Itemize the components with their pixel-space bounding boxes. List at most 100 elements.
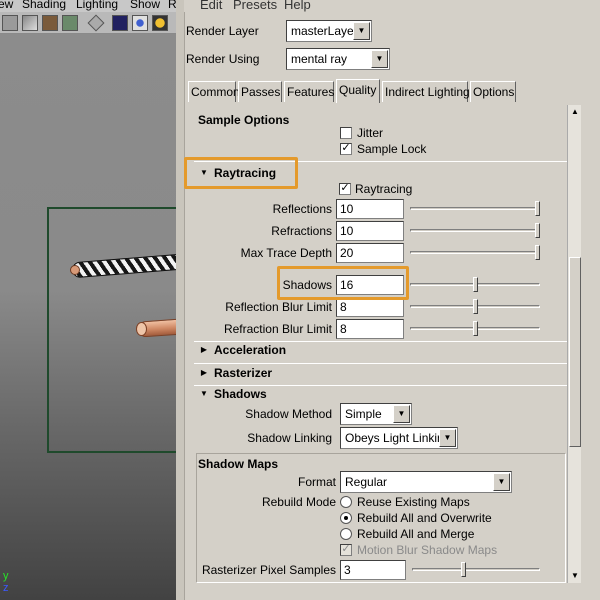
wireframe-icon[interactable] xyxy=(87,14,105,32)
smooth-shade-icon[interactable] xyxy=(112,15,128,31)
slider-knob[interactable] xyxy=(535,245,540,260)
max-trace-depth-field[interactable]: 20 xyxy=(336,243,404,263)
reflections-slider[interactable] xyxy=(410,199,540,219)
rasterizer-pixel-samples-field[interactable]: 3 xyxy=(340,560,406,580)
rasterizer-section-header[interactable]: Rasterizer xyxy=(214,366,272,380)
motion-blur-shadow-maps-label: Motion Blur Shadow Maps xyxy=(357,543,498,557)
reflections-field[interactable]: 10 xyxy=(336,199,404,219)
shadows-field[interactable]: 16 xyxy=(336,275,404,295)
menu-edit[interactable]: Edit xyxy=(200,0,222,12)
rebuild-mode-label: Rebuild Mode xyxy=(261,495,336,509)
camera-attributes-icon[interactable] xyxy=(2,15,18,31)
vertical-scrollbar[interactable]: ▲ ▼ xyxy=(567,105,581,583)
tab-bar: Common Passes Features Quality Indirect … xyxy=(188,79,588,103)
format-dropdown[interactable]: Regular ▼ xyxy=(340,471,512,493)
shadow-linking-dropdown[interactable]: Obeys Light Linking ▼ xyxy=(340,427,458,449)
shadows-slider[interactable] xyxy=(410,275,540,295)
max-trace-depth-slider[interactable] xyxy=(410,243,540,263)
slider-knob[interactable] xyxy=(535,223,540,238)
menu-presets[interactable]: Presets xyxy=(233,0,277,12)
reflection-blur-limit-field[interactable]: 8 xyxy=(336,297,404,317)
sample-lock-checkbox[interactable]: ✓ xyxy=(340,143,352,155)
triangle-down-icon[interactable]: ▼ xyxy=(198,167,210,179)
viewport-menubar: ew Shading Lighting Show R xyxy=(0,0,176,12)
reflection-blur-limit-slider[interactable] xyxy=(410,297,540,317)
shadow-method-dropdown[interactable]: Simple ▼ xyxy=(340,403,412,425)
render-layer-value: masterLayer xyxy=(291,24,358,38)
bookmark-icon[interactable] xyxy=(42,15,58,31)
raytracing-section-header[interactable]: Raytracing xyxy=(214,166,276,180)
film-gate-icon[interactable] xyxy=(62,15,78,31)
shadow-method-value: Simple xyxy=(345,407,382,421)
chevron-down-icon: ▼ xyxy=(493,473,510,491)
tab-options[interactable]: Options xyxy=(470,81,516,102)
tab-indirect-lighting[interactable]: Indirect Lighting xyxy=(382,81,470,102)
refractions-label: Refractions xyxy=(271,224,332,238)
slider-knob[interactable] xyxy=(473,277,478,292)
refraction-blur-limit-slider[interactable] xyxy=(410,319,540,339)
max-trace-depth-label: Max Trace Depth xyxy=(240,246,332,260)
acceleration-section-header[interactable]: Acceleration xyxy=(214,343,286,357)
quality-tab-content: Sample Options Jitter ✓ Sample Lock ▼ Ra… xyxy=(194,105,567,600)
refractions-slider[interactable] xyxy=(410,221,540,241)
tab-passes[interactable]: Passes xyxy=(238,81,282,102)
reflection-blur-limit-label: Reflection Blur Limit xyxy=(225,300,332,314)
viewport-menu-view[interactable]: ew xyxy=(0,0,13,11)
divider xyxy=(194,341,567,342)
checkmark-icon: ✓ xyxy=(340,182,350,194)
menu-help[interactable]: Help xyxy=(284,0,311,12)
triangle-down-icon[interactable]: ▼ xyxy=(198,388,210,400)
grid-icon[interactable] xyxy=(22,15,38,31)
motion-blur-shadow-maps-checkbox[interactable]: ✓ xyxy=(340,544,352,556)
rebuild-mode-overwrite-label: Rebuild All and Overwrite xyxy=(357,511,492,525)
slider-knob[interactable] xyxy=(473,321,478,336)
shadows-section-header[interactable]: Shadows xyxy=(214,387,267,401)
cylinder-end-cap xyxy=(136,322,147,336)
slider-knob[interactable] xyxy=(461,562,466,577)
slider-knob[interactable] xyxy=(473,299,478,314)
divider xyxy=(194,363,567,364)
shadow-maps-title: Shadow Maps xyxy=(198,457,279,471)
scrollbar-thumb[interactable] xyxy=(569,257,581,447)
textured-icon[interactable] xyxy=(132,15,148,31)
scroll-up-arrow-icon[interactable]: ▲ xyxy=(568,105,582,119)
shadow-linking-label: Shadow Linking xyxy=(247,431,332,445)
slider-knob[interactable] xyxy=(535,201,540,216)
rebuild-mode-overwrite-radio[interactable] xyxy=(340,512,352,524)
viewport-menu-show[interactable]: Show xyxy=(130,0,160,11)
viewport-menu-renderer[interactable]: R xyxy=(168,0,176,11)
rasterizer-pixel-samples-label: Rasterizer Pixel Samples xyxy=(201,563,336,577)
rope-end-cap xyxy=(70,265,80,275)
sample-lock-label: Sample Lock xyxy=(357,142,427,156)
refraction-blur-limit-label: Refraction Blur Limit xyxy=(223,322,332,336)
lighting-icon[interactable] xyxy=(152,15,168,31)
divider xyxy=(194,161,567,162)
raytracing-checkbox[interactable]: ✓ xyxy=(339,183,351,195)
scroll-down-arrow-icon[interactable]: ▼ xyxy=(568,569,582,583)
render-using-label: Render Using xyxy=(186,52,260,66)
rebuild-mode-reuse-radio[interactable] xyxy=(340,496,352,508)
jitter-checkbox[interactable] xyxy=(340,127,352,139)
format-value: Regular xyxy=(345,475,388,489)
chevron-down-icon: ▼ xyxy=(371,50,388,68)
divider xyxy=(194,385,567,386)
viewport-menu-lighting[interactable]: Lighting xyxy=(76,0,118,11)
viewport-menu-shading[interactable]: Shading xyxy=(22,0,66,11)
chevron-down-icon: ▼ xyxy=(353,22,370,40)
refraction-blur-limit-field[interactable]: 8 xyxy=(336,319,404,339)
render-using-dropdown[interactable]: mental ray ▼ xyxy=(286,48,390,70)
rasterizer-pixel-samples-slider[interactable] xyxy=(412,560,540,580)
tab-quality[interactable]: Quality xyxy=(336,79,380,103)
triangle-right-icon[interactable]: ▶ xyxy=(198,367,210,379)
scene-viewport[interactable]: ew Shading Lighting Show R y z xyxy=(0,0,176,600)
rebuild-mode-merge-radio[interactable] xyxy=(340,528,352,540)
triangle-right-icon[interactable]: ▶ xyxy=(198,344,210,356)
format-label: Format xyxy=(297,475,336,489)
refractions-field[interactable]: 10 xyxy=(336,221,404,241)
render-layer-label: Render Layer xyxy=(186,24,259,38)
tab-features[interactable]: Features xyxy=(284,81,334,102)
checkmark-icon: ✓ xyxy=(341,142,351,154)
tab-common[interactable]: Common xyxy=(188,81,240,102)
render-layer-dropdown[interactable]: masterLayer ▼ xyxy=(286,20,372,42)
menubar: Edit Presets Help xyxy=(184,0,600,12)
